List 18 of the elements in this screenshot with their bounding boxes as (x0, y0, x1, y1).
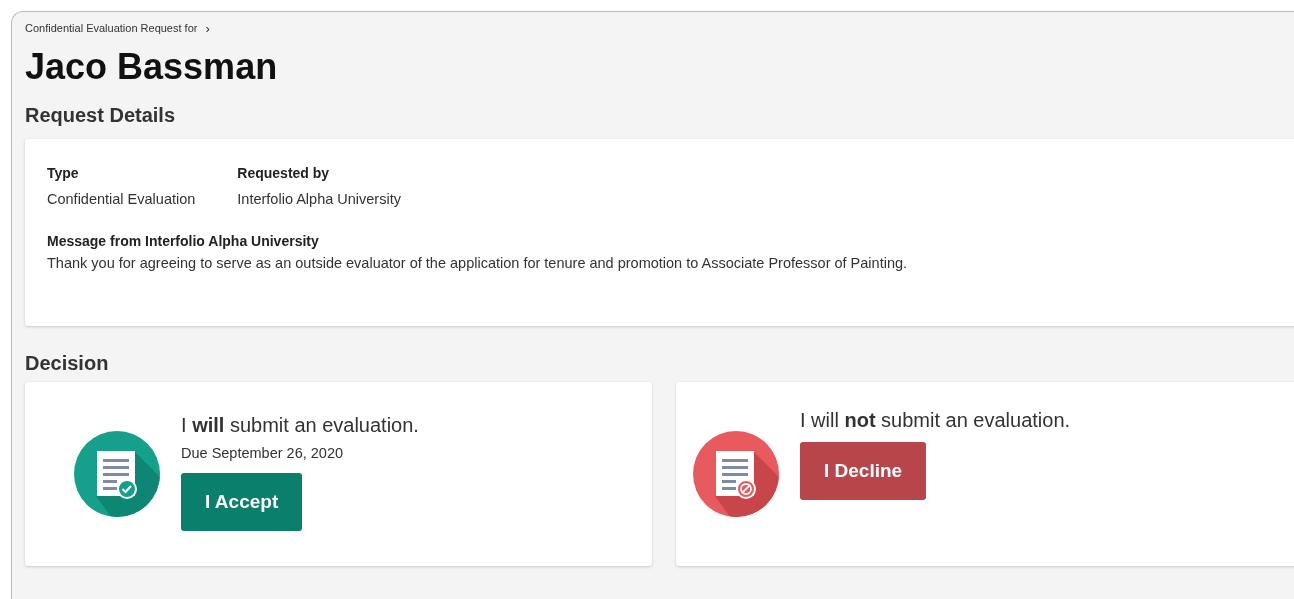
decision-statement: I will not submit an evaluation. (800, 408, 1071, 432)
field-value: Confidential Evaluation (47, 191, 196, 207)
document-blocked-icon (693, 431, 779, 517)
section-heading: Decision (25, 351, 110, 376)
page-title: Jaco Bassman (25, 46, 279, 88)
section-heading: Request Details (25, 103, 177, 128)
chevron-icon: › (205, 20, 210, 36)
decline-button[interactable]: I Decline (800, 441, 927, 500)
accept-button[interactable]: I Accept (181, 472, 303, 531)
due-date: Due September 26, 2020 (181, 444, 344, 461)
message-text: Thank you for agreeing to serve as an outside evaluator of the application for tenure and promotion to Associate Professor of Painting. (47, 255, 908, 271)
decision-statement: I will submit an evaluation. (181, 413, 419, 437)
field-label: Requested by (237, 165, 330, 181)
document-check-icon (74, 431, 160, 517)
field-label: Message from Interfolio Alpha University (47, 233, 319, 249)
field-value: Interfolio Alpha University (237, 191, 401, 207)
field-label: Type (47, 165, 79, 181)
breadcrumb-link[interactable]: Confidential Evaluation Request for (25, 22, 198, 34)
